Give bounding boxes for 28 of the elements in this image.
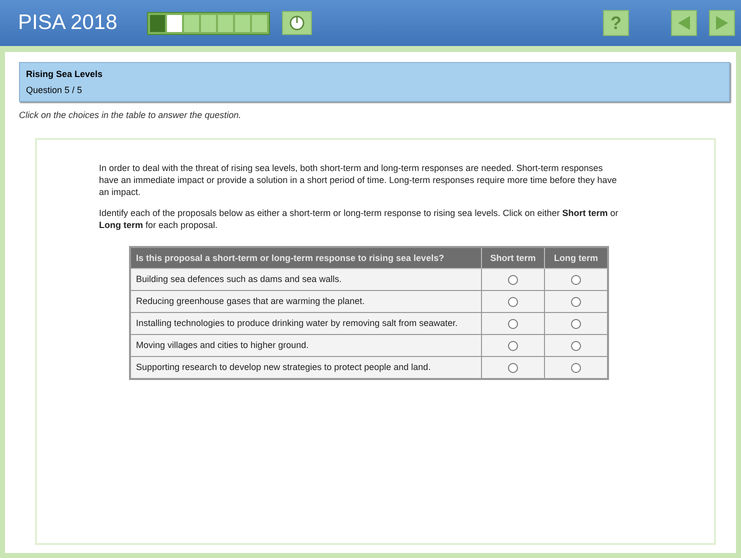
left-arrow-icon bbox=[677, 15, 691, 31]
radio-button[interactable] bbox=[571, 362, 581, 373]
radio-button[interactable] bbox=[508, 318, 518, 329]
radio-button[interactable] bbox=[571, 340, 581, 351]
question-text: Identify each of the proposals below as either a short-term or long-term response to rising sea levels. Click on either Short term or Long term for each proposal. bbox=[99, 207, 619, 231]
radio-button[interactable] bbox=[508, 296, 518, 307]
radio-button[interactable] bbox=[508, 340, 518, 351]
radio-button[interactable] bbox=[508, 274, 518, 285]
proposal-cell: Supporting research to develop new strategies to protect people and land. bbox=[130, 356, 482, 379]
instruction-text: Click on the choices in the table to answer the question. bbox=[19, 110, 242, 120]
proposal-cell: Installing technologies to produce drinking water by removing salt from seawater. bbox=[130, 312, 482, 334]
column-header: Is this proposal a short-term or long-term response to rising sea levels? bbox=[130, 247, 482, 268]
radio-button[interactable] bbox=[571, 296, 581, 307]
proposal-cell: Building sea defences such as dams and sea walls. bbox=[130, 268, 482, 290]
question-text: In order to deal with the threat of rising sea levels, both short-term and long-term responses are needed. Short-term responses have an immediate impact or provide a solution in a short period of time. Long-term responses require more time before they have an impact. bbox=[99, 162, 618, 198]
right-arrow-icon bbox=[715, 15, 729, 31]
proposal-cell: Moving villages and cities to higher ground. bbox=[130, 334, 482, 356]
radio-button[interactable] bbox=[571, 274, 581, 285]
app-title: PISA 2018 bbox=[18, 11, 118, 35]
column-header: Long term bbox=[544, 247, 608, 268]
column-header: Short term bbox=[482, 247, 544, 268]
radio-button[interactable] bbox=[508, 362, 518, 373]
unit-title: Rising Sea Levels bbox=[26, 69, 104, 79]
help-button[interactable]: ? bbox=[603, 10, 629, 36]
radio-button[interactable] bbox=[571, 318, 581, 329]
question-number: Question 5 / 5 bbox=[26, 85, 84, 95]
proposal-cell: Reducing greenhouse gases that are warming the planet. bbox=[130, 290, 482, 312]
timer-icon[interactable] bbox=[282, 11, 312, 35]
